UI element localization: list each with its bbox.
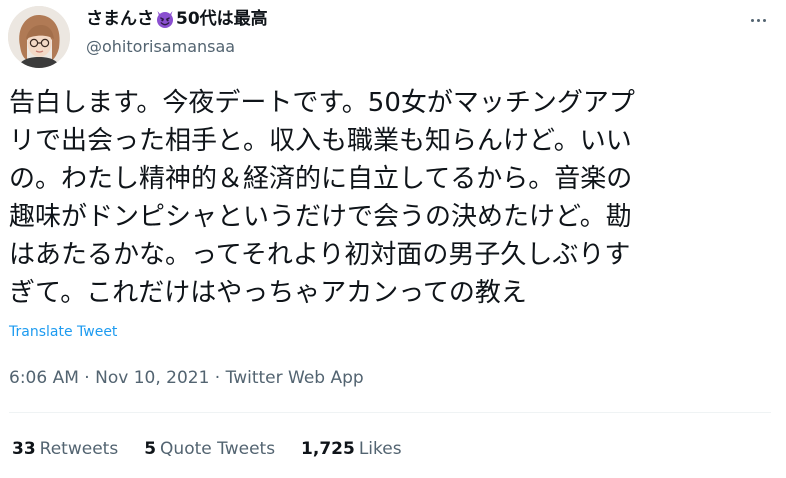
- retweets-count: 33: [12, 439, 36, 459]
- likes-stat[interactable]: 1,725 Likes: [301, 437, 402, 461]
- retweets-label: Retweets: [39, 439, 119, 459]
- retweets-stat[interactable]: 33 Retweets: [12, 437, 118, 461]
- tweet-text-line: リで出会った相手と。収入も職業も知らんけど。いい: [9, 126, 632, 156]
- tweet-source-link[interactable]: Twitter Web App: [226, 368, 364, 388]
- smiling-devil-emoji-icon: [155, 9, 175, 29]
- display-name-prefix: さまんさ: [86, 9, 154, 29]
- more-options-icon[interactable]: [744, 10, 772, 30]
- display-name-suffix: 50代は最高: [176, 9, 268, 29]
- tweet-stats: 33 Retweets 5 Quote Tweets 1,725 Likes: [12, 437, 428, 461]
- likes-label: Likes: [358, 439, 402, 459]
- tweet-text-line: はあたるかな。ってそれより初対面の男子久しぶりす: [9, 240, 631, 270]
- tweet-text-line: ぎて。これだけはやっちゃアカンっての教え: [9, 278, 527, 308]
- meta-separator: ·: [78, 368, 96, 388]
- user-handle[interactable]: @ohitorisamansaa: [86, 36, 268, 58]
- quote-tweets-stat[interactable]: 5 Quote Tweets: [144, 437, 275, 461]
- translate-tweet-link[interactable]: Translate Tweet: [9, 322, 117, 342]
- avatar[interactable]: [8, 6, 70, 68]
- tweet-text: 告白します。今夜デートです。50女がマッチングアプ リで出会った相手と。収入も職…: [9, 84, 781, 312]
- tweet-text-line: 告白します。今夜デートです。50女がマッチングアプ: [9, 88, 635, 118]
- tweet-date-link[interactable]: Nov 10, 2021: [95, 368, 209, 388]
- quote-tweets-label: Quote Tweets: [160, 439, 276, 459]
- display-name[interactable]: さまんさ 50代は最高: [86, 8, 268, 30]
- tweet-text-line: 趣味がドンピシャというだけで会うの決めたけど。勘: [9, 202, 632, 232]
- tweet-meta: 6:06 AM · Nov 10, 2021 · Twitter Web App: [9, 366, 364, 390]
- tweet-time-link[interactable]: 6:06 AM: [9, 368, 79, 388]
- author-names: さまんさ 50代は最高 @ohitorisamansaa: [86, 8, 268, 58]
- likes-count: 1,725: [301, 439, 355, 459]
- meta-separator: ·: [209, 368, 226, 388]
- divider: [9, 412, 771, 413]
- quote-tweets-count: 5: [144, 439, 157, 459]
- tweet-detail: さまんさ 50代は最高 @ohitorisamansaa 告白します。今夜デート…: [0, 0, 786, 478]
- tweet-text-line: の。わたし精神的＆経済的に自立してるから。音楽の: [9, 164, 633, 194]
